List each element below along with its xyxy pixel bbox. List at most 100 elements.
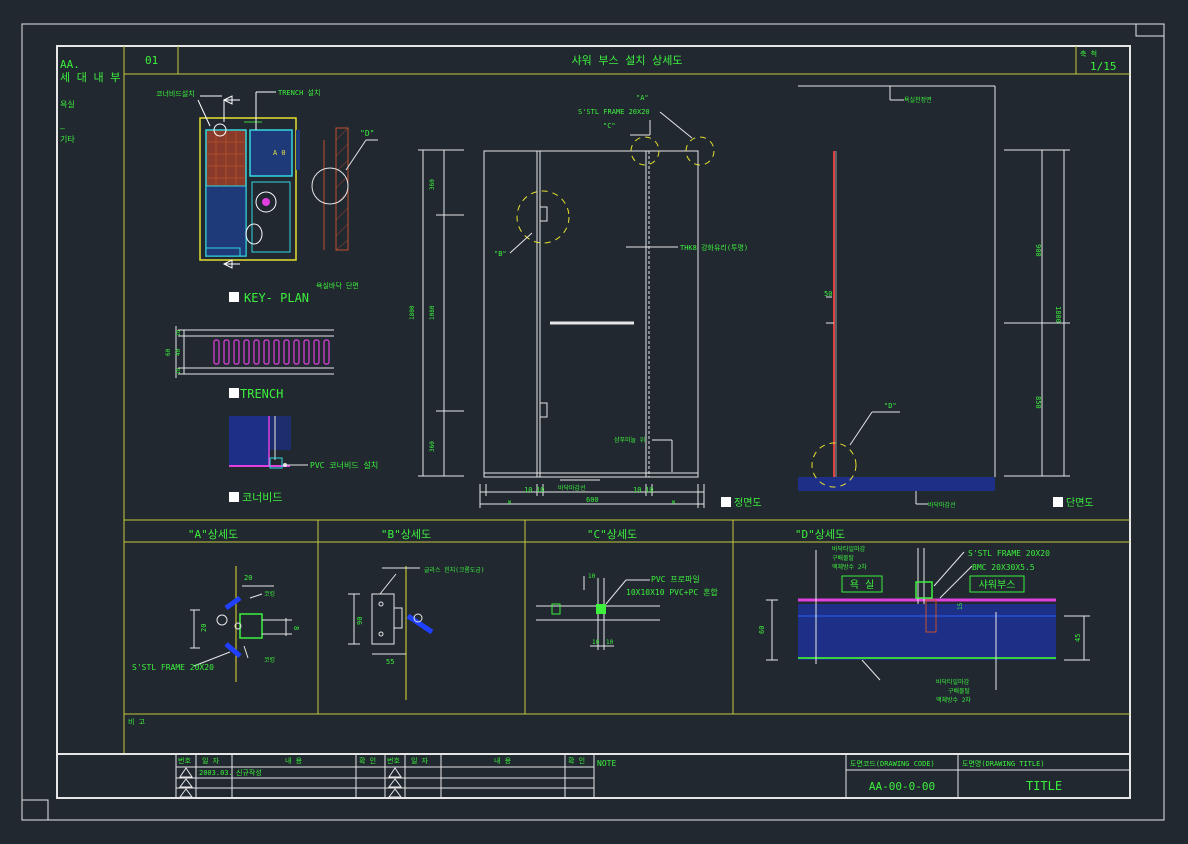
detail-d-dim-45: 45	[1074, 634, 1082, 642]
detail-c-pvc-note2: 10X10X10 PVC+PC 혼합	[626, 587, 718, 597]
corner-mark-bl	[22, 799, 49, 820]
front-dim-10b: 10	[536, 486, 544, 494]
rev-header2-no: 번호	[387, 756, 400, 765]
corner-bead-label: 코너비드	[242, 491, 282, 504]
rev-header2-date: 일 자	[411, 756, 429, 765]
section-floor-finish: 바닥마감선	[928, 501, 956, 509]
trench-dim-40: 40	[175, 348, 182, 356]
rev-header-no: 번호	[178, 756, 191, 765]
drawing-title: TITLE	[1026, 779, 1062, 793]
detail-d-dim-15: 15	[957, 602, 964, 610]
detail-d-dim-60: 60	[758, 626, 766, 634]
trench-dim-10b: 10	[176, 368, 182, 374]
front-callout-a: "A"	[636, 94, 649, 102]
section-view	[798, 85, 1070, 505]
detail-c-dim-10b: 10	[592, 639, 600, 646]
front-dim-600: 600	[586, 496, 599, 504]
left-title-1: AA.	[60, 58, 80, 71]
front-dim-1080: 1080	[429, 305, 436, 320]
corner-bead-install-note: 코너비드설치	[156, 89, 195, 98]
drawing-code-label: 도면코드(DRAWING CODE)	[850, 759, 935, 768]
rev-header2-content: 내 용	[494, 756, 512, 765]
detail-d-layer-top-1: 바닥타일마감	[832, 545, 866, 553]
trench-dim-60: 60	[165, 348, 172, 356]
left-room: 욕실	[60, 99, 75, 109]
bath-floor-section-sketch	[311, 127, 378, 251]
sheet-number: 01	[145, 54, 158, 67]
detail-d-room-right: 샤워부스	[979, 578, 1016, 591]
remarks-label: 비 고	[128, 717, 146, 726]
detail-a-dim-20: 20	[244, 574, 252, 582]
front-dim-360-bottom: 360	[429, 441, 436, 452]
outer-border	[21, 23, 1165, 821]
detail-a-dim-8: 8	[292, 626, 300, 630]
front-floor-finish: 바닥마감선	[558, 484, 586, 492]
detail-a-caulk2: 코킹	[264, 657, 275, 664]
corner-bead-detail	[229, 416, 308, 469]
rev-header2-check: 확 인	[568, 756, 585, 765]
front-dim-360-top: 360	[429, 179, 436, 190]
front-dim-10d: 10	[645, 486, 653, 494]
detail-d-layer-bottom-1: 바닥타일마감	[936, 678, 970, 686]
section-dim-1800: 1800	[1054, 306, 1062, 323]
left-title-2: 세 대 내 부	[60, 71, 120, 84]
front-dim-1800: 1800	[409, 305, 416, 320]
detail-b-dim-55: 55	[386, 658, 394, 666]
cad-drawing-sheet: AA. 세 대 내 부 욕실 — 기타 01 샤워 부스 설치 상세도 축 척 …	[21, 23, 1165, 821]
front-glass-note: THK8 강화유리(투명)	[680, 243, 748, 252]
front-frame-note: S'STL FRAME 20X20	[578, 108, 650, 116]
key-plan-label: KEY- PLAN	[244, 291, 309, 305]
detail-b-hinge-note: 글라스 힌지(크롬도금)	[424, 566, 485, 574]
key-plan-callout-d: "D"	[360, 129, 374, 138]
detail-a-caulk1: 코킹	[264, 591, 275, 598]
pvc-corner-bead-note: PVC 코너비드 설치	[310, 460, 378, 470]
scale-label: 축 척	[1080, 49, 1097, 58]
scale-value: 1/15	[1090, 60, 1117, 73]
bath-floor-section-note: 욕실바닥 단면	[316, 281, 359, 290]
front-dim-w2: W	[672, 500, 676, 506]
detail-d-layer-bottom-2: 구배몰탈	[948, 687, 971, 695]
detail-d-drawing	[766, 548, 1090, 690]
corner-mark-tr	[1135, 24, 1164, 37]
front-view-elevation	[418, 111, 715, 508]
section-ceiling-note: 욕실천정면	[904, 96, 932, 104]
front-dim-w1: W	[508, 500, 512, 506]
key-plan: A 0	[197, 91, 300, 269]
drawing-code: AA-00-0-00	[869, 780, 935, 793]
trench-box	[229, 388, 239, 398]
detail-b-drawing	[348, 566, 434, 700]
detail-c-dim-10c: 10	[606, 639, 614, 646]
trench-label: TRENCH	[240, 387, 283, 401]
front-dim-10c: 10	[633, 486, 641, 494]
front-view-label: 정면도	[734, 497, 762, 509]
detail-b-title: "B"상세도	[381, 528, 431, 541]
detail-c-pvc-note1: PVC 프로파일	[651, 575, 700, 584]
section-dim-900: 900	[1034, 244, 1042, 257]
detail-d-room-left: 욕 실	[850, 579, 874, 591]
detail-d-frame-note: S'STL FRAME 20X20	[968, 549, 1050, 558]
front-dim-10a: 10	[524, 486, 532, 494]
detail-d-layer-top-3: 액체방수 2차	[832, 563, 867, 571]
detail-d-title: "D"상세도	[795, 528, 845, 541]
rev-row-content: 신규작성	[236, 768, 262, 777]
trench-install-note: TRENCH 설치	[278, 88, 320, 97]
section-callout-d: "D"	[884, 402, 897, 410]
rev-header-check: 확 인	[359, 756, 376, 765]
rev-row-date: 2003.03.	[199, 769, 233, 777]
corner-bead-box	[229, 492, 239, 502]
detail-a-frame-note: S'STL FRAME 20X20	[132, 663, 214, 672]
key-plan-area-label: A 0	[273, 149, 286, 157]
front-view-box	[721, 497, 731, 507]
trench-detail	[175, 326, 334, 378]
detail-c-title: "C"상세도	[587, 528, 637, 541]
detail-d-layer-bottom-3: 액체방수 2차	[936, 696, 971, 704]
detail-d-layer-top-2: 구배몰탈	[832, 554, 855, 562]
section-dim-850: 850	[1034, 396, 1042, 409]
rev-header-date: 일 자	[202, 756, 220, 765]
section-dim-50: 50	[824, 290, 832, 298]
trench-dim-10a: 10	[176, 330, 182, 336]
drawing-title-label: 도면명(DRAWING TITLE)	[962, 759, 1045, 768]
left-misc: 기타	[60, 135, 75, 144]
detail-b-dim-90: 90	[356, 617, 364, 625]
front-callout-c: "C"	[603, 122, 616, 130]
